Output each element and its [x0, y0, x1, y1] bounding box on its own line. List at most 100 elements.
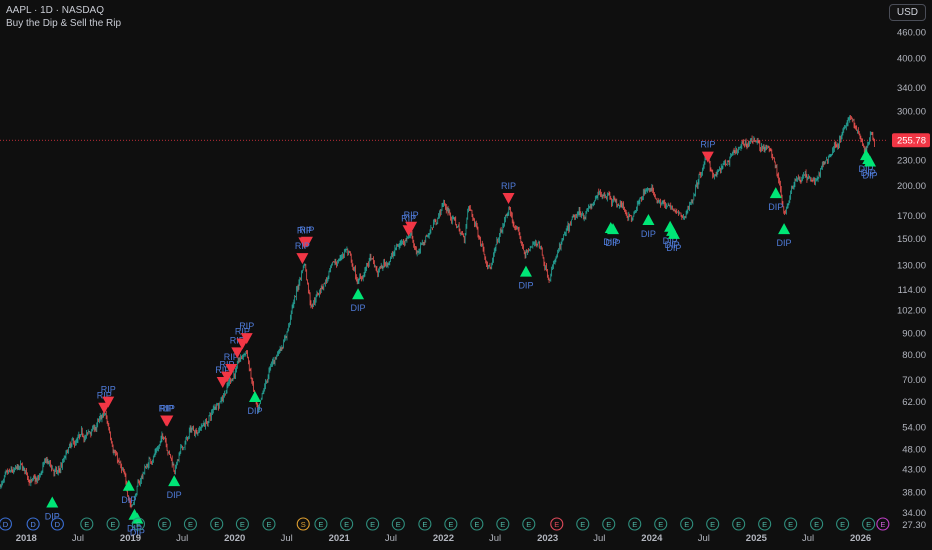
event-letter: E — [370, 520, 375, 529]
time-tick-label: Jul — [176, 533, 188, 544]
time-tick-label: 2020 — [224, 533, 245, 544]
price-tick-label: 43.00 — [902, 465, 926, 476]
dip-label: DIP — [167, 490, 182, 500]
time-tick-label: Jul — [385, 533, 397, 544]
price-tick-label: 114.00 — [898, 285, 926, 296]
event-letter: E — [266, 520, 271, 529]
price-axis[interactable]: 460.00 400.00 340.00 300.00 230.00 200.00 170.… — [887, 0, 932, 550]
price-tick-label: 90.00 — [902, 328, 926, 339]
time-tick-label: 2018 — [16, 533, 37, 544]
event-letter: D — [55, 520, 61, 529]
dip-label: DIP — [121, 495, 136, 505]
event-letter: E — [448, 520, 453, 529]
rip-label: RIP — [700, 140, 715, 150]
price-tick-label: 38.00 — [902, 487, 926, 498]
time-tick-label: Jul — [593, 533, 605, 544]
dip-label: DIP — [863, 170, 878, 180]
dip-label: DIP — [768, 202, 783, 212]
event-letter: E — [214, 520, 219, 529]
event-letter: E — [84, 520, 89, 529]
time-tick-label: 2019 — [120, 533, 141, 544]
price-chart[interactable]: DIPRIPRIPDIPDIPDIPRIPRIPDIPRIPRIPRIPRIPR… — [0, 0, 932, 550]
time-tick-label: 2023 — [537, 533, 558, 544]
dip-label: DIP — [777, 238, 792, 248]
price-tick-label: 54.00 — [902, 423, 926, 434]
event-letter: E — [318, 520, 323, 529]
price-tick-label: 102.00 — [897, 305, 926, 316]
event-letter: E — [684, 520, 689, 529]
event-letter: E — [736, 520, 741, 529]
price-tick-label: 170.00 — [897, 211, 926, 222]
dip-label: DIP — [641, 229, 656, 239]
event-letter: E — [162, 520, 167, 529]
event-letter: E — [526, 520, 531, 529]
price-tick-label: 130.00 — [897, 261, 926, 272]
price-tick-label: 27.30 — [902, 520, 926, 531]
price-tick-label: 300.00 — [897, 106, 926, 117]
time-tick-label: Jul — [281, 533, 293, 544]
event-letter: E — [788, 520, 793, 529]
price-tick-label: 34.00 — [902, 508, 926, 519]
time-tick-label: 2025 — [746, 533, 768, 544]
event-letter: S — [301, 520, 306, 529]
dip-label: DIP — [666, 243, 681, 253]
event-letter: E — [396, 520, 401, 529]
rip-label: RIP — [501, 181, 516, 191]
price-tick-label: 460.00 — [897, 27, 926, 38]
price-tick-label: 400.00 — [897, 53, 926, 64]
event-letter: E — [840, 520, 845, 529]
price-tick-label: 340.00 — [897, 83, 926, 94]
chart-legend: AAPL · 1D · NASDAQ Buy the Dip & Sell th… — [6, 4, 121, 30]
event-letter: E — [814, 520, 819, 529]
event-letter: D — [3, 520, 9, 529]
event-letter: E — [606, 520, 611, 529]
event-letter: E — [632, 520, 637, 529]
chart-background — [0, 0, 932, 550]
event-letter: E — [111, 520, 116, 529]
event-letter: E — [580, 520, 585, 529]
price-tick-label: 200.00 — [897, 181, 926, 192]
event-letter: E — [422, 520, 427, 529]
event-letter: E — [188, 520, 193, 529]
price-tick-label: 230.00 — [897, 155, 926, 166]
rip-label: RIP — [299, 225, 314, 235]
event-letter: E — [762, 520, 767, 529]
event-letter: E — [866, 520, 871, 529]
last-price-value: 255.78 — [897, 136, 926, 147]
currency-button[interactable]: USD — [888, 4, 926, 21]
event-letter: E — [554, 520, 559, 529]
rip-label: RIP — [295, 241, 310, 251]
price-tick-label: 80.00 — [902, 350, 926, 361]
price-tick-label: 62.00 — [902, 397, 926, 408]
time-tick-label: Jul — [802, 533, 814, 544]
event-letter: E — [136, 520, 141, 529]
time-tick-label: Jul — [698, 533, 710, 544]
event-letter: E — [500, 520, 505, 529]
time-tick-label: 2024 — [641, 533, 663, 544]
event-letter: E — [710, 520, 715, 529]
dip-label: DIP — [518, 281, 533, 291]
dip-label: DIP — [247, 406, 262, 416]
time-tick-label: 2022 — [433, 533, 454, 544]
price-tick-label: 70.00 — [902, 375, 926, 386]
rip-label: RIP — [239, 321, 254, 331]
time-tick-label: Jul — [489, 533, 501, 544]
event-letter: E — [880, 520, 885, 529]
event-letter: E — [474, 520, 479, 529]
price-tick-label: 150.00 — [897, 234, 926, 245]
event-letter: D — [30, 520, 36, 529]
dip-label: DIP — [351, 303, 366, 313]
dip-label: DIP — [606, 238, 621, 248]
time-tick-label: 2026 — [850, 533, 871, 544]
time-tick-label: 2021 — [329, 533, 351, 544]
rip-label: RIP — [101, 385, 116, 395]
symbol-title[interactable]: AAPL · 1D · NASDAQ — [6, 4, 121, 17]
event-letter: E — [658, 520, 663, 529]
event-letter: E — [240, 520, 245, 529]
indicator-title[interactable]: Buy the Dip & Sell the Rip — [6, 17, 121, 30]
event-letter: E — [344, 520, 349, 529]
time-tick-label: Jul — [72, 533, 84, 544]
price-tick-label: 48.00 — [902, 444, 926, 455]
rip-label: RIP — [404, 210, 419, 220]
rip-label: RIP — [160, 403, 175, 413]
